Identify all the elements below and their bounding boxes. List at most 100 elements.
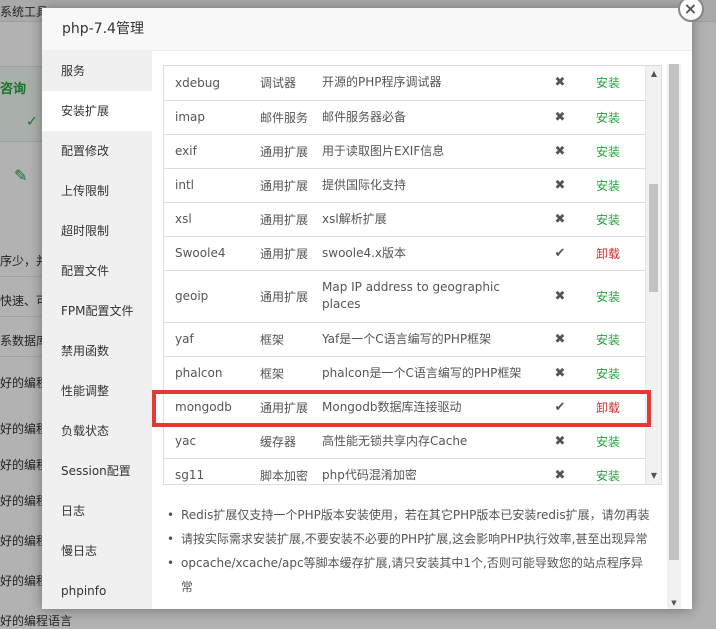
- note-item: 请按实际需求安装扩展,不要安装不必要的PHP扩展,这会影响PHP执行效率,甚至出…: [163, 527, 653, 551]
- extension-type: 通用扩展: [256, 134, 322, 169]
- uninstall-button[interactable]: 卸载: [596, 401, 620, 415]
- install-button[interactable]: 安装: [596, 145, 620, 159]
- extension-type: 通用扩展: [256, 168, 322, 203]
- close-button[interactable]: ×: [676, 0, 705, 22]
- uninstall-button[interactable]: 卸载: [596, 247, 620, 261]
- extension-description: 高性能无锁共享内存Cache: [322, 424, 538, 459]
- not-installed-cross-icon: ✖: [538, 202, 582, 237]
- dialog-scrollbar[interactable]: ▼: [667, 64, 681, 609]
- extension-action-cell: 安装: [582, 458, 647, 484]
- install-button[interactable]: 安装: [596, 111, 620, 125]
- not-installed-cross-icon: ✖: [538, 356, 582, 391]
- extension-name: imap: [164, 100, 256, 135]
- extension-row-yaf: yaf 框架 Yaf是一个C语言编写的PHP框架 ✖ 安装: [164, 322, 647, 357]
- extension-row-swoole4: Swoole4 通用扩展 swoole4.x版本 ✔ 卸载: [164, 236, 647, 271]
- install-button[interactable]: 安装: [596, 367, 620, 381]
- install-button[interactable]: 安装: [596, 333, 620, 347]
- sidebar-item-phpinfo[interactable]: phpinfo: [42, 571, 152, 611]
- extension-description: 用于读取图片EXIF信息: [322, 134, 538, 169]
- extension-description: Map IP address to geographic places: [322, 270, 538, 323]
- sidebar-item-config-file[interactable]: 配置文件: [42, 251, 152, 291]
- extension-type: 缓存器: [256, 424, 322, 459]
- extension-description: 开源的PHP程序调试器: [322, 66, 538, 101]
- extension-action-cell: 安装: [582, 100, 647, 135]
- extension-row-imap: imap 邮件服务 邮件服务器必备 ✖ 安装: [164, 100, 647, 135]
- sidebar-item-slow-log[interactable]: 慢日志: [42, 531, 152, 571]
- close-icon: ×: [677, 0, 704, 22]
- sidebar-item-fpm-config[interactable]: FPM配置文件: [42, 291, 152, 331]
- extension-type: 邮件服务: [256, 100, 322, 135]
- extension-description: swoole4.x版本: [322, 236, 538, 271]
- extension-row-exif: exif 通用扩展 用于读取图片EXIF信息 ✖ 安装: [164, 134, 647, 169]
- extension-description: xsl解析扩展: [322, 202, 538, 237]
- notes-list: Redis扩展仅支持一个PHP版本安装使用，若在其它PHP版本已安装redis扩…: [163, 503, 653, 599]
- extension-name: xsl: [164, 202, 256, 237]
- extensions-table-container[interactable]: xdebug 调试器 开源的PHP程序调试器 ✖ 安装 imap 邮件服务 邮件服务器必备 ✖ 安…: [163, 65, 662, 485]
- scroll-down-arrow-icon[interactable]: ▼: [646, 469, 661, 483]
- table-scrollbar[interactable]: ▲ ▼: [645, 66, 661, 484]
- sidebar-item-config-edit[interactable]: 配置修改: [42, 131, 152, 171]
- sidebar-item-timeout-limit[interactable]: 超时限制: [42, 211, 152, 251]
- not-installed-cross-icon: ✖: [538, 458, 582, 484]
- extension-action-cell: 安装: [582, 168, 647, 203]
- extension-row-yac: yac 缓存器 高性能无锁共享内存Cache ✖ 安装: [164, 424, 647, 459]
- install-button[interactable]: 安装: [596, 435, 620, 449]
- extension-description: Yaf是一个C语言编写的PHP框架: [322, 322, 538, 357]
- sidebar-item-service[interactable]: 服务: [42, 51, 152, 91]
- note-item: opcache/xcache/apc等脚本缓存扩展,请只安装其中1个,否则可能导…: [163, 551, 653, 599]
- install-button[interactable]: 安装: [596, 213, 620, 227]
- install-button[interactable]: 安装: [596, 469, 620, 483]
- extension-name: Swoole4: [164, 236, 256, 271]
- extension-name: yac: [164, 424, 256, 459]
- dialog-scroll-down-icon[interactable]: ▼: [667, 597, 681, 609]
- sidebar: 服务 安装扩展 配置修改 上传限制 超时限制 配置文件 FPM配置文件 禁用函数…: [42, 51, 152, 609]
- dialog-scroll-thumb[interactable]: [669, 64, 679, 560]
- sidebar-item-install-extensions[interactable]: 安装扩展: [42, 91, 152, 131]
- sidebar-item-session-config[interactable]: Session配置: [42, 451, 152, 491]
- extension-type: 通用扩展: [256, 202, 322, 237]
- sidebar-item-log[interactable]: 日志: [42, 491, 152, 531]
- php-manager-dialog: php-7.4管理 服务 安装扩展 配置修改 上传限制 超时限制 配置文件 FP…: [42, 8, 692, 609]
- extension-name: xdebug: [164, 66, 256, 101]
- extensions-panel: xdebug 调试器 开源的PHP程序调试器 ✖ 安装 imap 邮件服务 邮件服务器必备 ✖ 安…: [152, 51, 692, 609]
- not-installed-cross-icon: ✖: [538, 66, 582, 101]
- extension-row-phalcon: phalcon 框架 phalcon是一个C语言编写的PHP框架 ✖ 安装: [164, 356, 647, 391]
- extension-name: sg11: [164, 458, 256, 484]
- extension-name: yaf: [164, 322, 256, 357]
- not-installed-cross-icon: ✖: [538, 134, 582, 169]
- extension-type: 脚本加密: [256, 458, 322, 484]
- installed-check-icon: ✔: [538, 390, 582, 425]
- install-button[interactable]: 安装: [596, 179, 620, 193]
- extension-description: Mongodb数据库连接驱动: [322, 390, 538, 425]
- sidebar-item-upload-limit[interactable]: 上传限制: [42, 171, 152, 211]
- extension-row-xsl: xsl 通用扩展 xsl解析扩展 ✖ 安装: [164, 202, 647, 237]
- not-installed-cross-icon: ✖: [538, 168, 582, 203]
- extension-action-cell: 安装: [582, 322, 647, 357]
- not-installed-cross-icon: ✖: [538, 100, 582, 135]
- extension-row-xdebug: xdebug 调试器 开源的PHP程序调试器 ✖ 安装: [164, 66, 647, 101]
- install-button[interactable]: 安装: [596, 76, 620, 90]
- extension-description: 邮件服务器必备: [322, 100, 538, 135]
- extension-type: 调试器: [256, 66, 322, 101]
- extension-type: 框架: [256, 356, 322, 391]
- extension-type: 通用扩展: [256, 270, 322, 323]
- dialog-title: php-7.4管理: [42, 8, 692, 51]
- sidebar-item-load-status[interactable]: 负载状态: [42, 411, 152, 451]
- sidebar-item-performance[interactable]: 性能调整: [42, 371, 152, 411]
- extension-description: 提供国际化支持: [322, 168, 538, 203]
- extension-row-intl: intl 通用扩展 提供国际化支持 ✖ 安装: [164, 168, 647, 203]
- extension-name: geoip: [164, 270, 256, 323]
- extension-action-cell: 安装: [582, 270, 647, 323]
- install-button[interactable]: 安装: [596, 290, 620, 304]
- extension-description: php代码混淆加密: [322, 458, 538, 484]
- extension-description: phalcon是一个C语言编写的PHP框架: [322, 356, 538, 391]
- extension-name: exif: [164, 134, 256, 169]
- extension-action-cell: 安装: [582, 202, 647, 237]
- extension-type: 通用扩展: [256, 236, 322, 271]
- extension-row-mongodb: mongodb 通用扩展 Mongodb数据库连接驱动 ✔ 卸载: [164, 390, 647, 425]
- sidebar-item-disabled-functions[interactable]: 禁用函数: [42, 331, 152, 371]
- table-scroll-thumb[interactable]: [649, 184, 658, 292]
- extension-action-cell: 安装: [582, 66, 647, 101]
- extension-row-geoip: geoip 通用扩展 Map IP address to geographic pl…: [164, 270, 647, 323]
- scroll-up-arrow-icon[interactable]: ▲: [646, 67, 661, 81]
